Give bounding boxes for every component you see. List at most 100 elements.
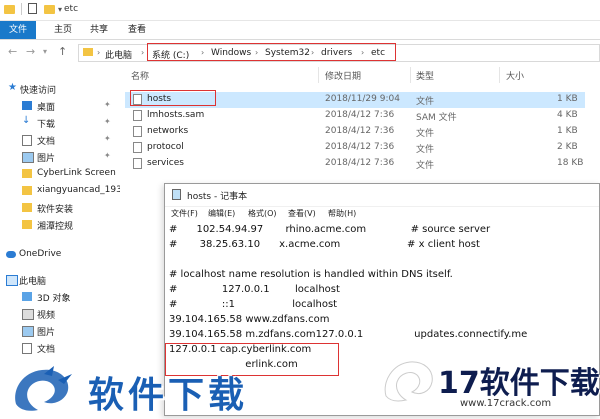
- file-date: 2018/4/12 7:36: [325, 158, 395, 168]
- text-line: 39.104.165.58 www.zdfans.com: [169, 314, 330, 325]
- menu-view[interactable]: 查看(V): [288, 208, 316, 219]
- text-line: # ::1 localhost: [169, 299, 338, 310]
- file-size: 18 KB: [557, 158, 584, 168]
- text-line: # 38.25.63.10 x.acme.com # x client host: [169, 239, 480, 250]
- sidebar-item-label: 快速访问: [20, 86, 57, 96]
- file-date: 2018/4/12 7:36: [325, 110, 395, 120]
- divider: [21, 3, 22, 15]
- document-icon: [22, 135, 32, 146]
- sidebar-item-videos[interactable]: 视频: [0, 306, 120, 322]
- sidebar-item-label: 图片: [37, 328, 56, 338]
- sidebar-item-documents-pc[interactable]: 文档: [0, 340, 120, 356]
- sidebar-item-3d-objects[interactable]: 3D 对象: [0, 289, 120, 305]
- sidebar-item-this-pc[interactable]: 此电脑: [0, 272, 120, 288]
- file-row-protocol[interactable]: protocol 2018/4/12 7:36 文件 2 KB: [125, 140, 585, 156]
- pin-icon[interactable]: ✦: [104, 100, 111, 109]
- sidebar-item-label: xiangyuancad_193: [37, 185, 120, 195]
- column-divider[interactable]: [410, 67, 411, 83]
- column-divider[interactable]: [318, 67, 319, 83]
- file-icon: [133, 126, 142, 137]
- chevron-right-icon: ›: [97, 48, 101, 57]
- file-row-services[interactable]: services 2018/4/12 7:36 文件 18 KB: [125, 156, 585, 172]
- file-list: 名称 修改日期 类型 大小 hosts 2018/11/29 9:04 文件 1…: [125, 65, 600, 180]
- sidebar-item-pictures-pc[interactable]: 图片: [0, 323, 120, 339]
- tab-file[interactable]: 文件: [0, 21, 36, 39]
- text-line: # 127.0.0.1 localhost: [169, 284, 340, 295]
- sidebar-item-desktop[interactable]: 桌面 ✦: [0, 98, 120, 114]
- tab-home[interactable]: 主页: [48, 21, 78, 39]
- tab-view[interactable]: 查看: [122, 21, 152, 39]
- menu-format[interactable]: 格式(O): [248, 208, 277, 219]
- notepad-title: hosts - 记事本: [187, 192, 248, 202]
- file-type: 文件: [416, 145, 435, 155]
- hosts-highlight-box: [130, 90, 216, 106]
- window-title: etc: [64, 4, 79, 14]
- file-row-lmhosts[interactable]: lmhosts.sam 2018/4/12 7:36 SAM 文件 4 KB: [125, 108, 585, 124]
- folder-icon: [4, 5, 15, 14]
- sidebar-item-pictures[interactable]: 图片 ✦: [0, 149, 120, 165]
- menu-help[interactable]: 帮助(H): [328, 208, 356, 219]
- sidebar-item-onedrive[interactable]: OneDrive: [0, 247, 120, 263]
- navigation-row: ← → ▾ ↑ › 此电脑 › 系统 (C:) › Windows › Syst…: [0, 40, 600, 64]
- menu-edit[interactable]: 编辑(E): [208, 208, 235, 219]
- sidebar-item-label: 文档: [37, 345, 56, 355]
- sidebar-item-label: 湘潭控规: [37, 222, 74, 232]
- sidebar-item-label: OneDrive: [19, 249, 62, 259]
- file-date: 2018/11/29 9:04: [325, 94, 400, 104]
- file-icon: [133, 142, 142, 153]
- file-size: 2 KB: [557, 142, 578, 152]
- notepad-icon: [172, 189, 181, 200]
- forward-arrow-icon[interactable]: →: [26, 45, 35, 58]
- new-folder-icon[interactable]: [44, 5, 55, 14]
- file-type: 文件: [416, 161, 435, 171]
- text-line: # 102.54.94.97 rhino.acme.com # source s…: [169, 224, 491, 235]
- folder-icon: [22, 169, 32, 178]
- column-header-name[interactable]: 名称: [131, 69, 149, 82]
- column-header-date[interactable]: 修改日期: [325, 69, 361, 82]
- dragon-logo-icon: [15, 366, 72, 411]
- folder-icon: [22, 203, 32, 212]
- sidebar-item-software-install[interactable]: 软件安装: [0, 200, 120, 216]
- watermark-right: 17软件下载 www.17crack.com: [380, 356, 600, 416]
- download-icon: ↓: [22, 115, 31, 126]
- pin-icon[interactable]: ✦: [104, 117, 111, 126]
- picture-icon: [22, 326, 34, 337]
- sidebar-item-label: 文档: [37, 137, 56, 147]
- sidebar-item-label: 3D 对象: [37, 294, 71, 304]
- file-size: 1 KB: [557, 94, 578, 104]
- up-arrow-icon[interactable]: ↑: [58, 45, 67, 58]
- recent-locations-icon[interactable]: ▾: [43, 47, 47, 56]
- back-arrow-icon[interactable]: ←: [8, 45, 17, 58]
- ribbon-tabs: 文件 主页 共享 查看: [0, 21, 600, 40]
- file-name: protocol: [147, 142, 184, 152]
- watermark-left-text: 软件下载: [88, 375, 249, 416]
- watermark-url: www.17crack.com: [460, 398, 552, 409]
- tab-share[interactable]: 共享: [84, 21, 114, 39]
- crumb-this-pc[interactable]: 此电脑: [105, 48, 132, 61]
- sidebar-item-cyberlink-screen[interactable]: CyberLink Screen: [0, 166, 120, 182]
- sidebar-item-xiangtan[interactable]: 湘潭控规: [0, 217, 120, 233]
- pin-icon[interactable]: ✦: [104, 151, 111, 160]
- title-bar: ▾ etc: [0, 0, 600, 21]
- column-divider[interactable]: [499, 67, 500, 83]
- sidebar-item-quick-access[interactable]: ★ 快速访问: [0, 81, 120, 97]
- picture-icon: [22, 152, 34, 163]
- file-date: 2018/4/12 7:36: [325, 126, 395, 136]
- sidebar-item-label: CyberLink Screen: [37, 168, 116, 178]
- sidebar-item-xiangyuancad[interactable]: xiangyuancad_193: [0, 183, 120, 199]
- sidebar-item-documents[interactable]: 文档 ✦: [0, 132, 120, 148]
- document-icon: [22, 343, 32, 354]
- file-date: 2018/4/12 7:36: [325, 142, 395, 152]
- menu-file[interactable]: 文件(F): [171, 208, 198, 219]
- column-header-size[interactable]: 大小: [506, 69, 524, 82]
- file-row-networks[interactable]: networks 2018/4/12 7:36 文件 1 KB: [125, 124, 585, 140]
- file-name: services: [147, 158, 184, 168]
- properties-icon[interactable]: [28, 3, 37, 14]
- address-highlight-box: [147, 43, 396, 61]
- text-line: # localhost name resolution is handled w…: [169, 269, 453, 280]
- column-header-type[interactable]: 类型: [416, 69, 434, 82]
- sidebar-item-downloads[interactable]: ↓ 下载 ✦: [0, 115, 120, 131]
- star-icon: ★: [8, 82, 17, 93]
- pin-icon[interactable]: ✦: [104, 134, 111, 143]
- watermark-left: 软件下载: [8, 360, 268, 416]
